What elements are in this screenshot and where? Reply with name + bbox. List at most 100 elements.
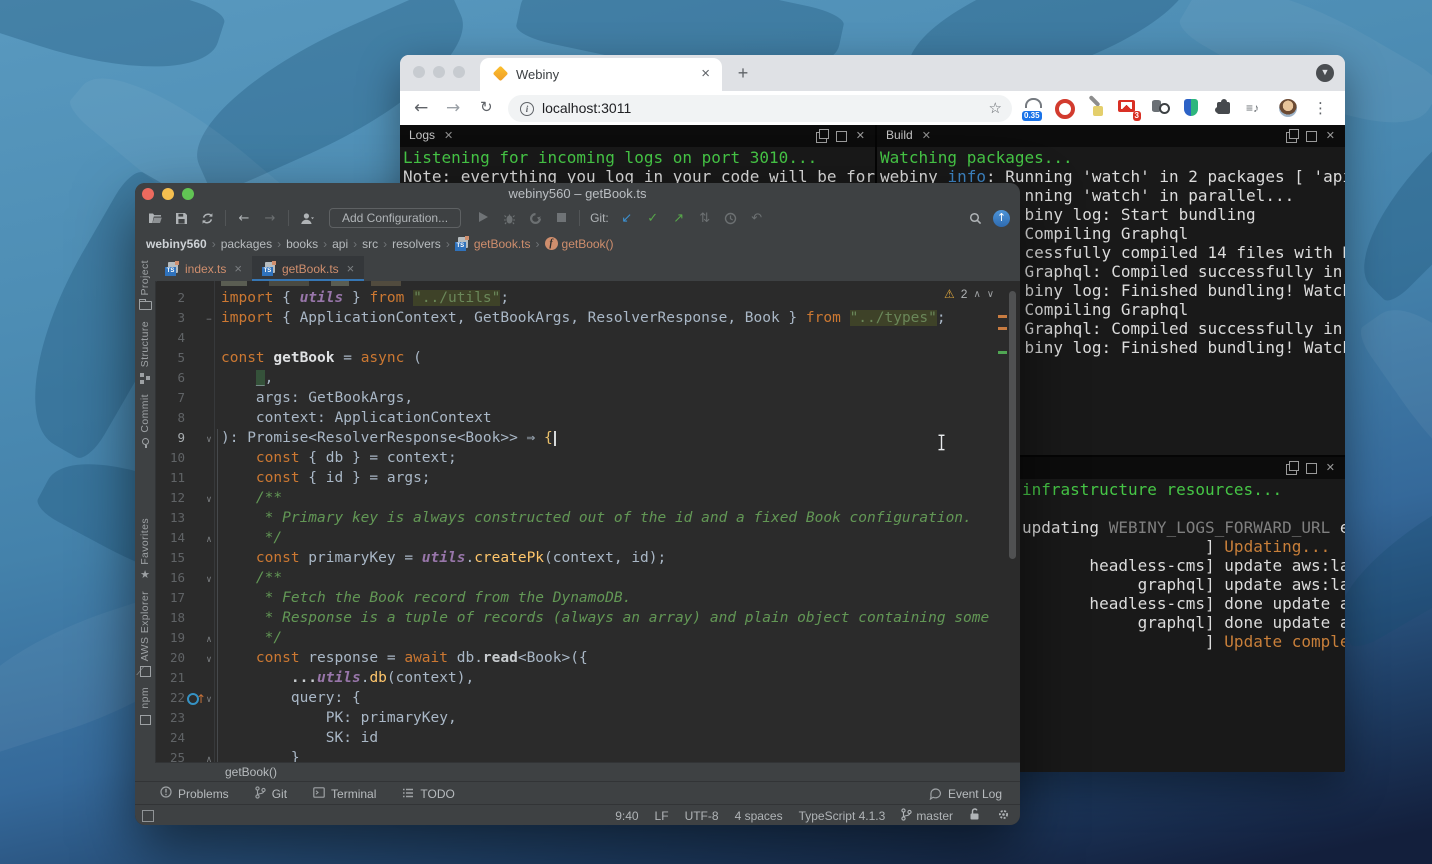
bookmark-star-icon[interactable]: ☆ (989, 99, 1002, 117)
code-line[interactable]: 14∧ */ (157, 528, 1006, 548)
breadcrumb-item-getbook[interactable]: fgetBook() (545, 237, 614, 251)
fold-toggle-icon[interactable]: − (203, 308, 215, 328)
navigate-forward-icon[interactable]: → (262, 211, 278, 226)
float-window-icon[interactable] (1286, 464, 1297, 475)
address-bar[interactable]: i localhost:3011 ☆ (508, 95, 1012, 122)
ide-update-available-icon[interactable]: ↑ (993, 210, 1010, 227)
code-line[interactable]: 25∧ } (157, 748, 1006, 762)
code-line[interactable]: 7 args: GetBookArgs, (157, 388, 1006, 408)
close-window-icon[interactable] (142, 188, 154, 200)
code-line[interactable]: 17 * Fetch the Book record from the Dyna… (157, 588, 1006, 608)
warning-stripe-mark[interactable] (998, 315, 1007, 318)
float-window-icon[interactable] (1286, 132, 1297, 143)
password-shield-extension-icon[interactable] (1182, 97, 1203, 120)
sync-icon[interactable] (199, 211, 215, 226)
toolwindow-button-todo[interactable]: TODO (402, 787, 454, 801)
close-window-icon[interactable]: ✕ (856, 132, 865, 141)
browser-tab-strip[interactable]: Webiny × + ▼ (400, 55, 1345, 91)
status-item-lf[interactable]: LF (655, 809, 669, 823)
code-line[interactable]: 3−import { ApplicationContext, GetBookAr… (157, 308, 1006, 328)
code-line[interactable]: 21 ...utils.db(context), (157, 668, 1006, 688)
minimize-window-icon[interactable] (433, 66, 445, 78)
git-push-icon[interactable]: ↗ (671, 211, 687, 226)
close-window-icon[interactable] (413, 66, 425, 78)
usage-gutter-icon[interactable]: ↑ (185, 688, 203, 708)
puzzle-extension-icon[interactable] (1214, 97, 1235, 120)
editor-tab-index-ts[interactable]: TSindex.ts× (155, 256, 252, 281)
code-line[interactable]: 6 _, (157, 368, 1006, 388)
breadcrumb-item-api[interactable]: api (332, 237, 348, 251)
editor-scrollbar[interactable] (1009, 291, 1016, 559)
navigate-back-icon[interactable]: ← (236, 211, 252, 226)
next-warning-icon[interactable]: ∨ (987, 289, 994, 300)
user-profile-icon[interactable] (299, 211, 315, 226)
close-window-icon[interactable]: ✕ (1326, 464, 1335, 473)
toolwindow-button-git[interactable]: Git (255, 786, 287, 802)
code-line[interactable]: 13 * Primary key is always constructed o… (157, 508, 1006, 528)
infra-terminal-body[interactable]: infrastructure resources... updating WEB… (1022, 480, 1345, 772)
search-everywhere-icon[interactable] (967, 211, 983, 226)
sidebar-item-project[interactable]: Project (139, 260, 151, 311)
new-tab-button[interactable]: + (732, 63, 754, 85)
url-text[interactable]: localhost:3011 (542, 100, 631, 116)
editor-tab-getBook-ts[interactable]: TSgetBook.ts× (252, 256, 364, 281)
minimize-window-icon[interactable] (162, 188, 174, 200)
code-line[interactable]: 24 SK: id (157, 728, 1006, 748)
git-branch-widget[interactable]: master (901, 808, 953, 824)
adblock-extension-icon[interactable] (1054, 97, 1075, 120)
fold-toggle-icon[interactable]: ∨ (203, 648, 215, 668)
close-window-icon[interactable]: ✕ (1326, 132, 1335, 141)
tab-close-icon[interactable]: × (701, 66, 710, 82)
git-compare-icon[interactable]: ⇅ (697, 211, 713, 226)
ide-titlebar[interactable]: webiny560 – getBook.ts (135, 183, 1020, 206)
code-line[interactable]: 19∧ */ (157, 628, 1006, 648)
tool-window-switcher-icon[interactable] (142, 810, 154, 822)
git-commit-check-icon[interactable]: ✓ (645, 211, 661, 226)
breadcrumb-item-getbookts[interactable]: TSgetBook.ts (455, 237, 531, 251)
fold-toggle-icon[interactable]: ∨ (203, 488, 215, 508)
browser-tab[interactable]: Webiny × (480, 58, 722, 91)
logs-terminal-tab[interactable]: Logs✕ (409, 128, 453, 142)
sidebar-item-commit[interactable]: Commit (139, 394, 151, 449)
tab-close-icon[interactable]: ✕ (444, 130, 453, 142)
sidebar-item-structure[interactable]: Structure (139, 321, 151, 383)
toolwindow-button-terminal[interactable]: Terminal (313, 787, 376, 801)
code-line[interactable]: 12∨ /** (157, 488, 1006, 508)
kebab-extension-icon[interactable]: ⋮ (1310, 97, 1331, 120)
unlocked-padlock-icon[interactable] (969, 808, 981, 824)
code-line[interactable]: 11 const { id } = args; (157, 468, 1006, 488)
tab-close-icon[interactable]: × (234, 261, 242, 276)
prev-warning-icon[interactable]: ∧ (973, 289, 980, 300)
status-item-typescript-4-1-3[interactable]: TypeScript 4.1.3 (799, 809, 886, 823)
maximize-window-icon[interactable] (1306, 463, 1317, 474)
code-line[interactable]: 23 PK: primaryKey, (157, 708, 1006, 728)
event-log-button[interactable]: Event Log (929, 787, 1002, 801)
run-coverage-icon[interactable] (527, 211, 543, 226)
sidebar-item-npm[interactable]: npm (139, 687, 151, 725)
avatar-extension-icon[interactable] (1278, 97, 1299, 120)
scope-breadcrumb[interactable]: getBook() (225, 765, 277, 779)
browser-window-controls[interactable] (413, 66, 465, 78)
code-line[interactable]: 20∨ const response = await db.read<Book>… (157, 648, 1006, 668)
fold-toggle-icon[interactable]: ∧ (203, 748, 215, 762)
tab-close-icon[interactable]: × (347, 261, 355, 276)
debug-bug-icon[interactable] (501, 211, 517, 226)
settings-gear-icon[interactable] (997, 808, 1010, 824)
status-item-utf-8[interactable]: UTF-8 (685, 809, 719, 823)
fold-toggle-icon[interactable]: ∧ (203, 528, 215, 548)
sidebar-item-favorites[interactable]: Favorites★ (139, 518, 151, 581)
breadcrumb-item-books[interactable]: books (286, 237, 318, 251)
ide-window-controls[interactable] (142, 188, 194, 200)
breadcrumb-item-resolvers[interactable]: resolvers (392, 237, 441, 251)
search-tool-extension-icon[interactable] (1150, 97, 1171, 120)
code-line[interactable]: 8 context: ApplicationContext (157, 408, 1006, 428)
reload-icon[interactable]: ↻ (480, 98, 493, 116)
editor-breadcrumb-bar[interactable]: getBook() (155, 762, 1020, 782)
fold-toggle-icon[interactable]: ∧ (203, 628, 215, 648)
float-window-icon[interactable] (816, 132, 827, 143)
fold-toggle-icon[interactable]: ∨ (203, 568, 215, 588)
status-item-4-spaces[interactable]: 4 spaces (735, 809, 783, 823)
sidebar-item-aws-explorer[interactable]: AWS Explorer (139, 591, 151, 677)
code-line[interactable]: 18 * Response is a tuple of records (alw… (157, 608, 1006, 628)
inspections-widget[interactable]: ⚠2 ∧ ∨ (944, 287, 994, 301)
